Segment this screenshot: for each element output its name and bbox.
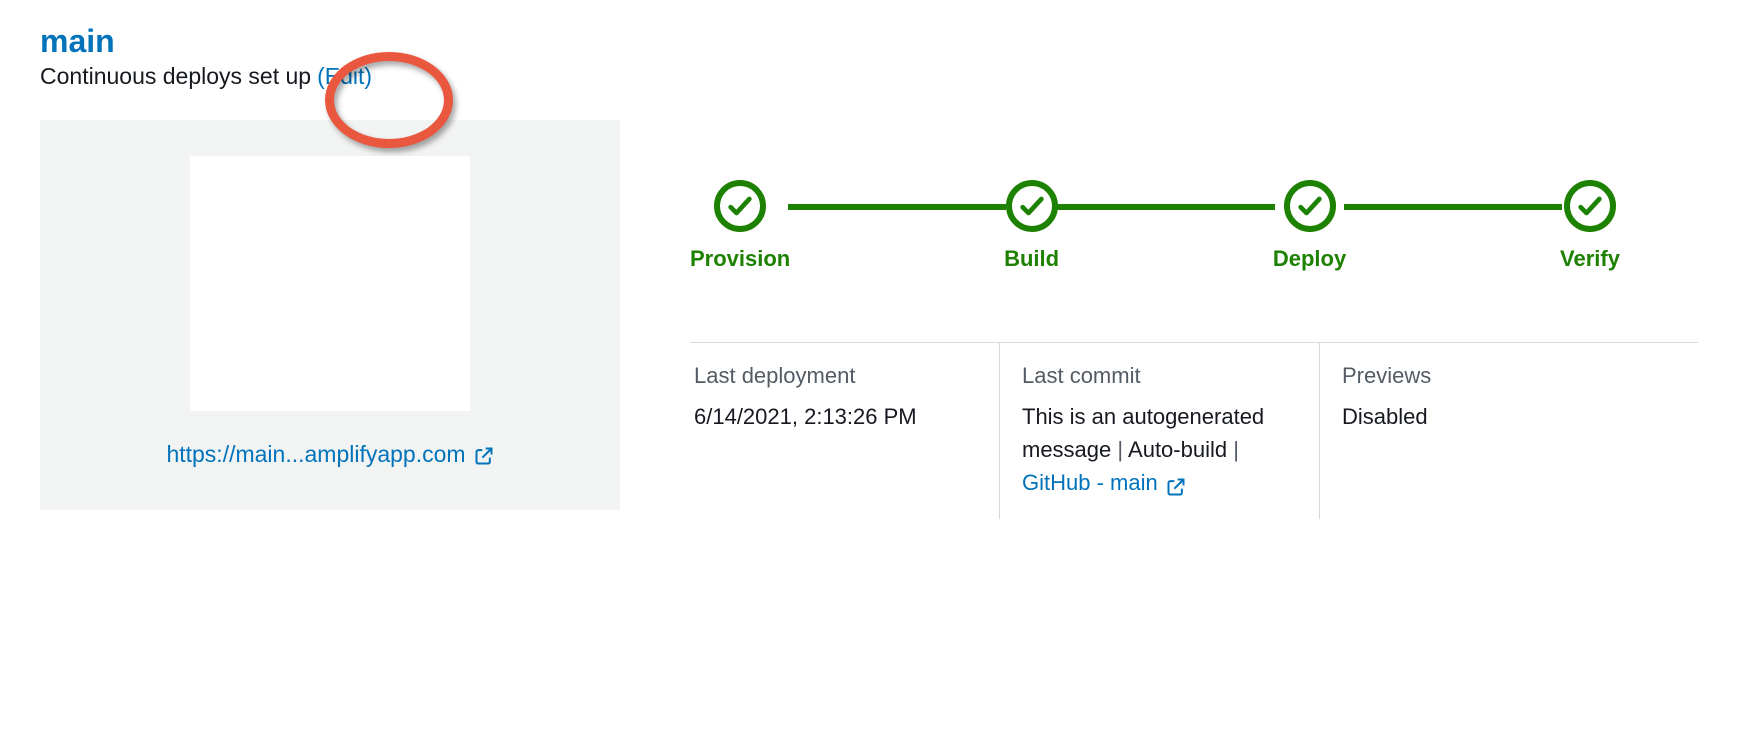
deploy-status-text: Continuous deploys set up xyxy=(40,63,311,90)
detail-value: Disabled xyxy=(1342,400,1676,433)
detail-label: Previews xyxy=(1342,359,1676,392)
detail-previews: Previews Disabled xyxy=(1320,343,1698,519)
stage-label: Deploy xyxy=(1273,246,1346,272)
deployment-pipeline: Provision Build Deploy xyxy=(690,180,1620,272)
detail-last-commit: Last commit This is an autogenerated mes… xyxy=(1000,343,1320,519)
pipeline-connector xyxy=(1057,204,1275,210)
pipeline-connector xyxy=(788,204,1006,210)
external-link-icon xyxy=(474,445,494,465)
separator: | xyxy=(1117,437,1123,462)
deployment-details: Last deployment 6/14/2021, 2:13:26 PM La… xyxy=(690,342,1698,519)
stage-verify[interactable]: Verify xyxy=(1560,180,1620,272)
check-icon xyxy=(1564,180,1616,232)
detail-label: Last deployment xyxy=(694,359,977,392)
app-url-link[interactable]: https://main...amplifyapp.com xyxy=(166,441,493,468)
detail-value: 6/14/2021, 2:13:26 PM xyxy=(694,400,977,433)
detail-value: This is an autogenerated message | Auto-… xyxy=(1022,400,1297,499)
stage-label: Build xyxy=(1004,246,1059,272)
edit-link[interactable]: (Edit) xyxy=(317,63,372,90)
stage-label: Verify xyxy=(1560,246,1620,272)
source-repo-link[interactable]: GitHub - main xyxy=(1022,466,1186,499)
branch-title[interactable]: main xyxy=(40,24,1698,59)
autobuild-label: Auto-build xyxy=(1128,437,1227,462)
check-icon xyxy=(1284,180,1336,232)
stage-deploy[interactable]: Deploy xyxy=(1273,180,1346,272)
stage-provision[interactable]: Provision xyxy=(690,180,790,272)
detail-last-deployment: Last deployment 6/14/2021, 2:13:26 PM xyxy=(690,343,1000,519)
detail-label: Last commit xyxy=(1022,359,1297,392)
source-repo-text: GitHub - main xyxy=(1022,466,1158,499)
pipeline-connector xyxy=(1344,204,1562,210)
stage-build[interactable]: Build xyxy=(1004,180,1059,272)
app-preview-thumbnail[interactable] xyxy=(190,156,470,411)
deploy-status-line: Continuous deploys set up (Edit) xyxy=(40,63,1698,90)
app-url-text: https://main...amplifyapp.com xyxy=(166,441,465,468)
check-icon xyxy=(714,180,766,232)
external-link-icon xyxy=(1166,473,1186,493)
check-icon xyxy=(1006,180,1058,232)
stage-label: Provision xyxy=(690,246,790,272)
app-preview-card: https://main...amplifyapp.com xyxy=(40,120,620,510)
separator: | xyxy=(1233,437,1239,462)
